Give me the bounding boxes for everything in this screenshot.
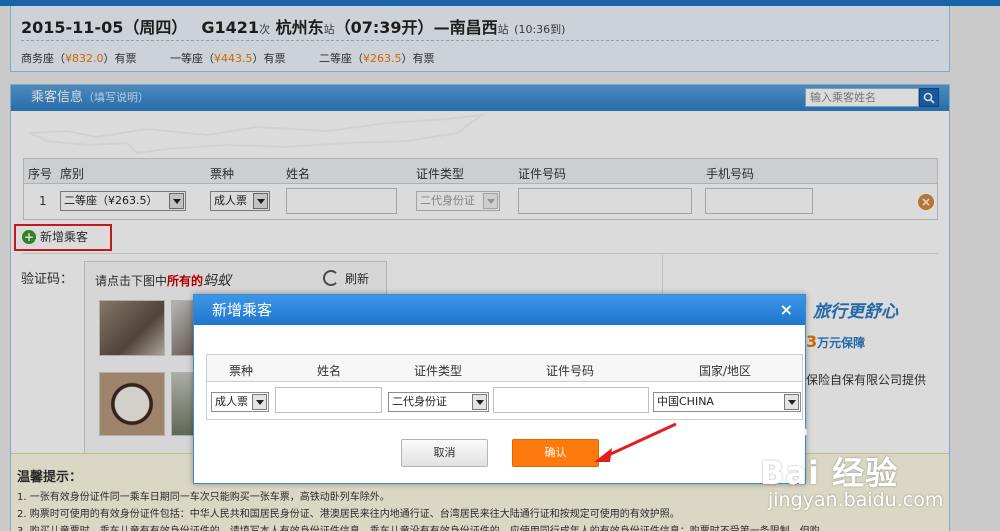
chevron-down-icon bbox=[472, 394, 487, 410]
table-row: 成人票 二代身份证 中国CHINA bbox=[206, 382, 803, 420]
chevron-down-icon bbox=[784, 394, 799, 410]
watermark-brand: Bai 经验 bbox=[760, 454, 899, 492]
id-number-input[interactable] bbox=[493, 387, 649, 413]
red-arrow-annotation bbox=[594, 422, 677, 462]
chevron-down-icon bbox=[252, 394, 267, 410]
add-passenger-dialog: 新增乘客 × 票种 姓名 证件类型 证件号码 国家/地区 成人票 二代身份证 中… bbox=[193, 294, 806, 484]
dialog-header: 新增乘客 × bbox=[194, 295, 805, 325]
ticket-type-select[interactable]: 成人票 bbox=[211, 392, 269, 412]
dialog-title: 新增乘客 bbox=[212, 301, 273, 319]
watermark-url: jingyan.baidu.com bbox=[768, 489, 944, 511]
cancel-button[interactable]: 取消 bbox=[401, 439, 488, 467]
name-input[interactable] bbox=[275, 387, 382, 413]
close-icon[interactable]: × bbox=[780, 295, 793, 325]
confirm-button[interactable]: 确认 bbox=[512, 439, 599, 467]
dialog-table-header: 票种 姓名 证件类型 证件号码 国家/地区 bbox=[206, 354, 803, 382]
country-select[interactable]: 中国CHINA bbox=[653, 392, 801, 412]
id-type-select[interactable]: 二代身份证 bbox=[388, 392, 489, 412]
